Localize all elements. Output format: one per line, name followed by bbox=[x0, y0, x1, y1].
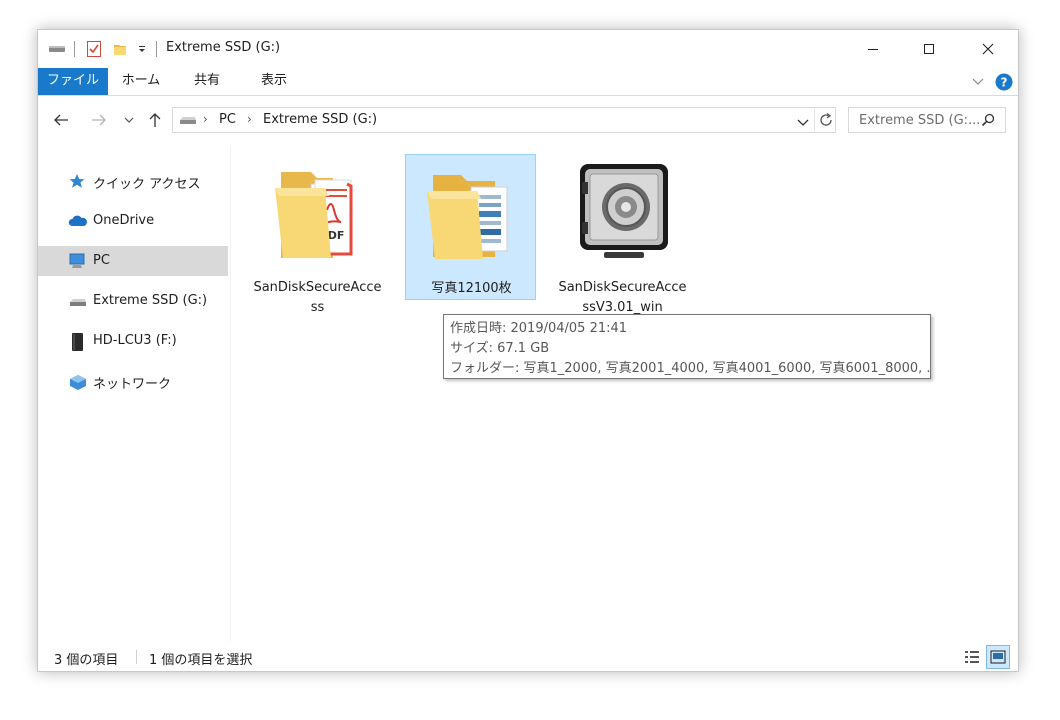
help-icon[interactable]: ? bbox=[994, 72, 1014, 92]
address-dropdown-icon[interactable] bbox=[797, 116, 809, 131]
nav-item-pc[interactable]: PC bbox=[38, 246, 228, 276]
search-icon bbox=[981, 113, 995, 131]
large-icons-view-button[interactable] bbox=[986, 645, 1010, 669]
nav-item-label: クイック アクセス bbox=[93, 177, 201, 192]
search-input[interactable]: Extreme SSD (G:... bbox=[859, 113, 980, 128]
pc-icon bbox=[68, 253, 86, 269]
nav-item-label: Extreme SSD (G:) bbox=[93, 293, 208, 308]
nav-item-onedrive[interactable]: OneDrive bbox=[38, 206, 228, 236]
expand-ribbon-icon[interactable] bbox=[970, 72, 986, 92]
nav-item-label: OneDrive bbox=[93, 213, 155, 228]
breadcrumb-pc[interactable]: PC bbox=[219, 112, 236, 127]
back-button[interactable] bbox=[48, 106, 74, 134]
navigation-pane: クイック アクセス OneDrive PC Extreme SSD (G:) H… bbox=[38, 145, 231, 641]
minimize-button[interactable] bbox=[850, 30, 896, 68]
maximize-button[interactable] bbox=[906, 30, 952, 68]
star-icon bbox=[68, 173, 86, 189]
file-name: SanDiskSecureAccess bbox=[253, 280, 382, 315]
forward-button[interactable] bbox=[86, 106, 112, 134]
window-title: Extreme SSD (G:) bbox=[166, 40, 281, 55]
nav-item-label: PC bbox=[93, 253, 110, 268]
tooltip-folders: フォルダー: 写真1_2000, 写真2001_4000, 写真4001_600… bbox=[450, 361, 930, 376]
nav-item-quick-access[interactable]: クイック アクセス bbox=[38, 166, 228, 196]
tab-share[interactable]: 共有 bbox=[182, 68, 232, 95]
cloud-icon bbox=[68, 213, 87, 229]
ribbon-tabs: ファイル ホーム 共有 表示 ? bbox=[38, 68, 1018, 96]
network-icon bbox=[68, 373, 86, 390]
refresh-icon[interactable] bbox=[818, 112, 834, 132]
nav-item-extreme-ssd[interactable]: Extreme SSD (G:) bbox=[38, 286, 228, 316]
breadcrumb-drive[interactable]: Extreme SSD (G:) bbox=[263, 112, 377, 127]
tab-view[interactable]: 表示 bbox=[249, 68, 299, 95]
customize-quick-access-icon[interactable] bbox=[134, 39, 150, 59]
close-button[interactable] bbox=[965, 30, 1011, 68]
breadcrumb-separator-icon: › bbox=[247, 112, 252, 126]
breadcrumb-separator-icon: › bbox=[203, 112, 208, 126]
explorer-window: Extreme SSD (G:) ファイル ホーム 共有 表示 ? › PC ›… bbox=[37, 29, 1019, 672]
file-item-photos-folder[interactable]: 写真12100枚 bbox=[405, 154, 536, 300]
pdf-folder-icon: PDF bbox=[271, 160, 367, 264]
nav-item-network[interactable]: ネットワーク bbox=[38, 366, 228, 396]
item-count: 3 個の項目 bbox=[54, 653, 119, 668]
file-item-sandisk-secure-access[interactable]: PDF SanDiskSecureAccess bbox=[252, 154, 383, 315]
file-name: SanDiskSecureAccessV3.01_win bbox=[558, 280, 687, 315]
drive-icon bbox=[46, 39, 68, 59]
folder-tooltip: 作成日時: 2019/04/05 21:41 サイズ: 67.1 GB フォルダ… bbox=[443, 314, 931, 379]
external-drive-icon bbox=[68, 333, 86, 351]
address-bar[interactable]: › PC › Extreme SSD (G:) bbox=[172, 107, 836, 133]
drive-icon bbox=[68, 293, 86, 309]
nav-item-label: HD-LCU3 (F:) bbox=[93, 333, 177, 348]
search-box[interactable]: Extreme SSD (G:... bbox=[848, 107, 1006, 133]
file-item-sandisk-secure-access-win[interactable]: SanDiskSecureAccessV3.01_win bbox=[557, 154, 688, 315]
tooltip-size: サイズ: 67.1 GB bbox=[450, 341, 550, 356]
vault-icon bbox=[576, 160, 672, 264]
nav-item-hd-lcu3[interactable]: HD-LCU3 (F:) bbox=[38, 326, 228, 356]
up-button[interactable] bbox=[142, 106, 168, 134]
drive-icon bbox=[178, 114, 198, 130]
tooltip-created: 作成日時: 2019/04/05 21:41 bbox=[450, 321, 628, 336]
status-bar: 3 個の項目 1 個の項目を選択 bbox=[38, 641, 1018, 671]
selected-count: 1 個の項目を選択 bbox=[149, 653, 253, 668]
properties-icon[interactable] bbox=[83, 39, 105, 59]
recent-locations-button[interactable] bbox=[120, 106, 138, 134]
nav-item-label: ネットワーク bbox=[93, 377, 172, 392]
tab-file[interactable]: ファイル bbox=[38, 68, 108, 95]
tab-home[interactable]: ホーム bbox=[112, 68, 170, 95]
new-folder-icon[interactable] bbox=[109, 39, 131, 59]
details-view-button[interactable] bbox=[960, 645, 984, 669]
svg-text:?: ? bbox=[1001, 76, 1008, 90]
file-name: 写真12100枚 bbox=[431, 281, 512, 296]
title-bar: Extreme SSD (G:) bbox=[38, 30, 1018, 68]
folder-icon bbox=[425, 161, 521, 265]
